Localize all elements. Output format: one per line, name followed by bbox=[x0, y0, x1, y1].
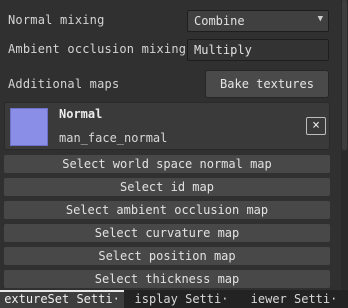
select-ambient-occlusion-map-button[interactable]: Select ambient occlusion map bbox=[4, 201, 330, 219]
chevron-down-icon: ▼ bbox=[317, 14, 323, 24]
ambient-occlusion-mixing-dropdown[interactable]: Multiply bbox=[187, 39, 329, 61]
normal-mixing-dropdown[interactable]: Combine ▼ bbox=[187, 10, 329, 32]
tab-viewer-settings[interactable]: iewer Setti· bbox=[240, 290, 348, 308]
map-file-name: man_face_normal bbox=[59, 131, 168, 145]
tab-texture-set-settings[interactable]: extureSet Setti· bbox=[0, 290, 124, 308]
close-icon[interactable]: × bbox=[306, 117, 326, 135]
normal-mixing-value: Combine bbox=[194, 14, 245, 28]
tab-display-settings[interactable]: isplay Setti· bbox=[126, 290, 237, 308]
scrollbar-thumb[interactable] bbox=[342, 0, 347, 150]
select-id-map-button[interactable]: Select id map bbox=[4, 178, 330, 196]
select-curvature-map-button[interactable]: Select curvature map bbox=[4, 224, 330, 242]
vertical-scrollbar[interactable] bbox=[341, 0, 348, 290]
select-world-space-normal-map-button[interactable]: Select world space normal map bbox=[4, 155, 330, 173]
normal-map-card: Normal man_face_normal × bbox=[4, 102, 330, 150]
normal-mixing-row: Normal mixing Combine ▼ bbox=[0, 8, 340, 34]
normal-mixing-label: Normal mixing bbox=[8, 13, 105, 27]
ambient-occlusion-mixing-row: Ambient occlusion mixing Multiply bbox=[0, 37, 340, 63]
ambient-occlusion-mixing-value: Multiply bbox=[194, 43, 252, 57]
ambient-occlusion-mixing-label: Ambient occlusion mixing bbox=[8, 42, 187, 56]
normal-map-thumbnail[interactable] bbox=[10, 108, 48, 146]
texture-set-settings-panel: Normal mixing Combine ▼ Ambient occlusio… bbox=[0, 0, 348, 290]
select-thickness-map-button[interactable]: Select thickness map bbox=[4, 270, 330, 288]
bottom-tab-bar: extureSet Setti· isplay Setti· iewer Set… bbox=[0, 290, 348, 308]
select-position-map-button[interactable]: Select position map bbox=[4, 247, 330, 265]
additional-maps-row: Additional maps Bake textures bbox=[0, 68, 340, 100]
map-title: Normal bbox=[59, 107, 103, 121]
additional-maps-label: Additional maps bbox=[8, 77, 120, 91]
bake-textures-button[interactable]: Bake textures bbox=[205, 70, 329, 98]
